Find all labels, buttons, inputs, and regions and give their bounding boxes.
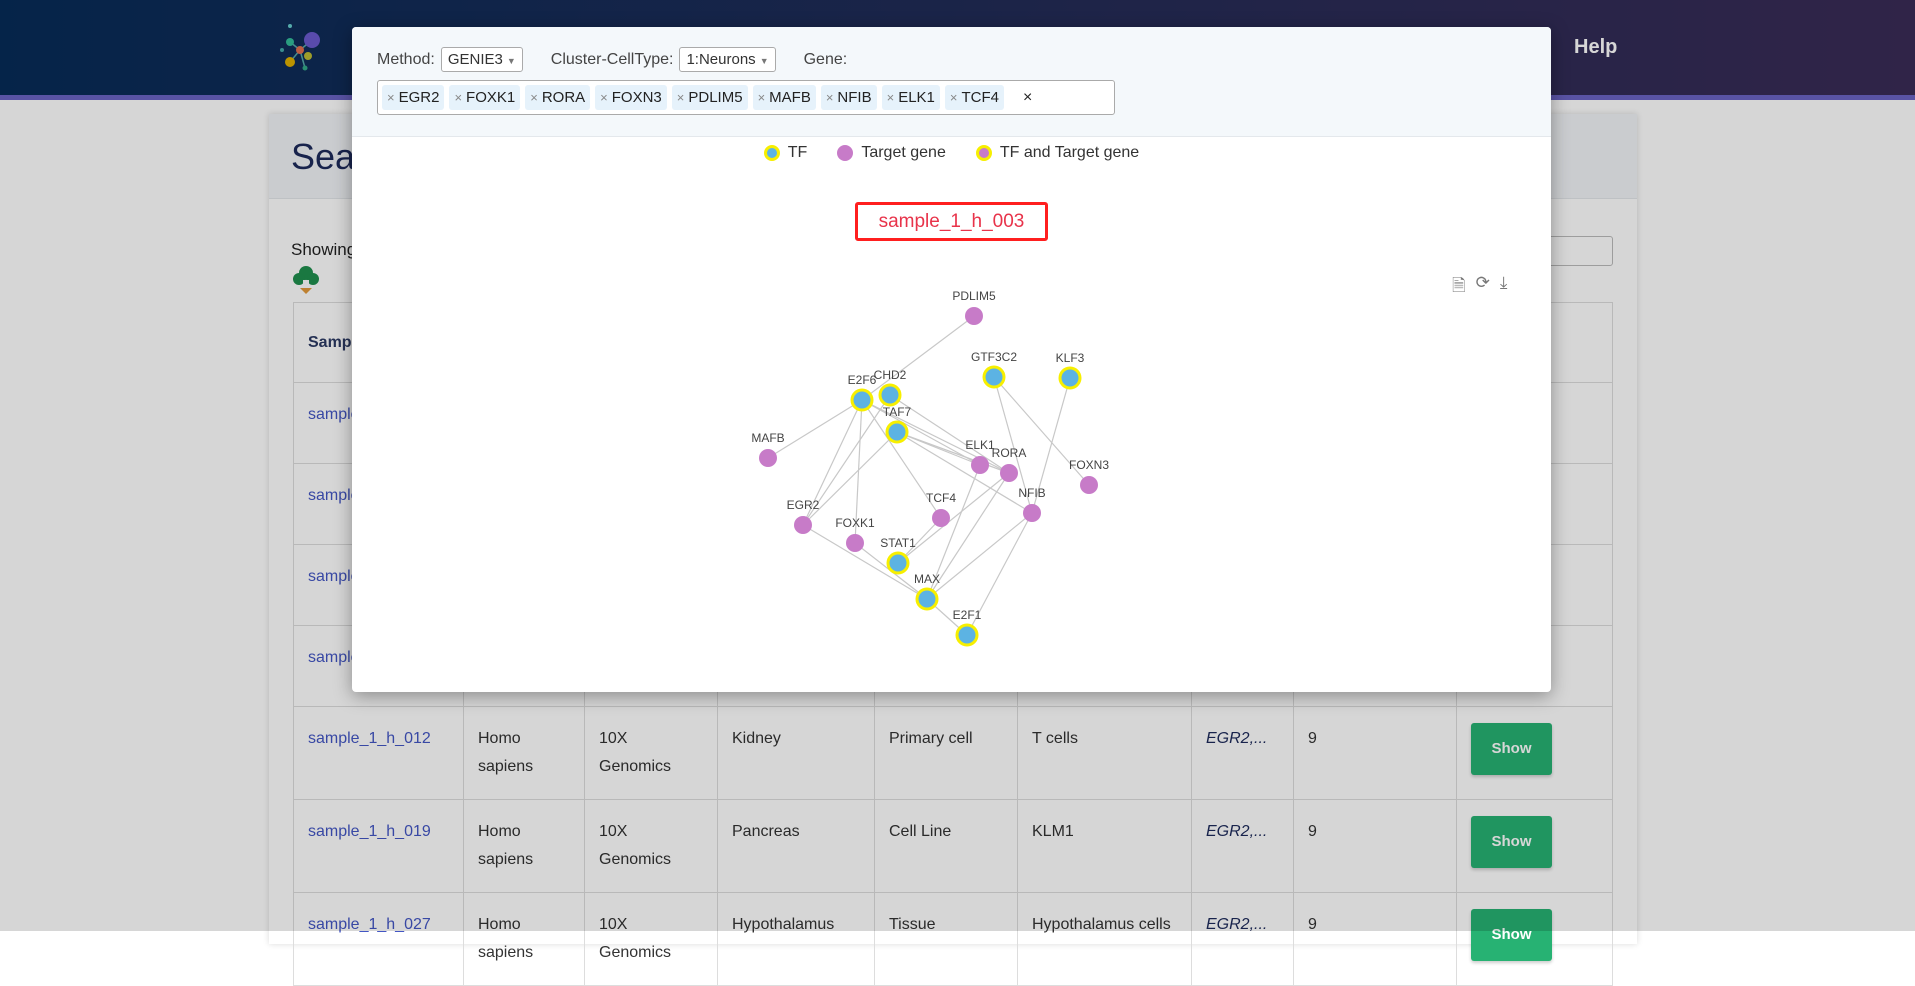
node-marker	[1000, 464, 1018, 482]
node-marker	[885, 420, 909, 444]
node-NFIB[interactable]: NFIB	[1018, 486, 1046, 522]
node-label: E2F1	[953, 608, 982, 622]
node-label: ELK1	[965, 438, 995, 452]
node-RORA[interactable]: RORA	[992, 446, 1027, 482]
node-label: TAF7	[883, 405, 912, 419]
node-marker	[982, 365, 1006, 389]
node-marker	[1023, 504, 1041, 522]
node-label: E2F6	[848, 373, 877, 387]
node-label: EGR2	[787, 498, 820, 512]
node-label: FOXK1	[835, 516, 875, 530]
node-label: FOXN3	[1069, 458, 1109, 472]
node-marker	[965, 307, 983, 325]
node-TCF4[interactable]: TCF4	[926, 491, 956, 527]
node-label: STAT1	[880, 536, 916, 550]
node-marker	[955, 623, 979, 647]
network-graph[interactable]: PDLIM5 GTF3C2 KLF3 E2F6CHD2 TAF7 MAFB ELK1RORA…	[352, 27, 1551, 692]
node-PDLIM5[interactable]: PDLIM5	[952, 289, 996, 325]
node-FOXN3[interactable]: FOXN3	[1069, 458, 1109, 494]
node-marker	[1058, 366, 1082, 390]
node-CHD2[interactable]: CHD2	[874, 368, 907, 407]
node-marker	[794, 516, 812, 534]
node-label: KLF3	[1056, 351, 1085, 365]
node-EGR2[interactable]: EGR2	[787, 498, 820, 534]
node-label: NFIB	[1018, 486, 1045, 500]
node-label: CHD2	[874, 368, 907, 382]
edge-E2F6-PDLIM5	[861, 315, 975, 401]
node-marker	[850, 388, 874, 412]
edge-E2F6-ELK1	[861, 399, 981, 466]
node-marker	[878, 383, 902, 407]
node-E2F6[interactable]: E2F6	[848, 373, 877, 412]
node-ELK1[interactable]: ELK1	[965, 438, 995, 474]
node-label: MAX	[914, 572, 940, 586]
node-marker	[886, 551, 910, 575]
node-label: PDLIM5	[952, 289, 996, 303]
node-GTF3C2[interactable]: GTF3C2	[971, 350, 1017, 389]
node-marker	[759, 449, 777, 467]
node-MAFB[interactable]: MAFB	[751, 431, 785, 467]
node-label: TCF4	[926, 491, 956, 505]
node-marker	[971, 456, 989, 474]
node-marker	[932, 509, 950, 527]
node-MAX[interactable]: MAX	[914, 572, 940, 611]
node-label: GTF3C2	[971, 350, 1017, 364]
node-KLF3[interactable]: KLF3	[1056, 351, 1085, 390]
node-marker	[915, 587, 939, 611]
node-label: MAFB	[751, 431, 784, 445]
node-marker	[846, 534, 864, 552]
network-modal: Method: GENIE3 ▼ Cluster-CellType: 1:Neur…	[352, 27, 1551, 692]
node-marker	[1080, 476, 1098, 494]
node-label: RORA	[992, 446, 1027, 460]
node-TAF7[interactable]: TAF7	[883, 405, 912, 444]
